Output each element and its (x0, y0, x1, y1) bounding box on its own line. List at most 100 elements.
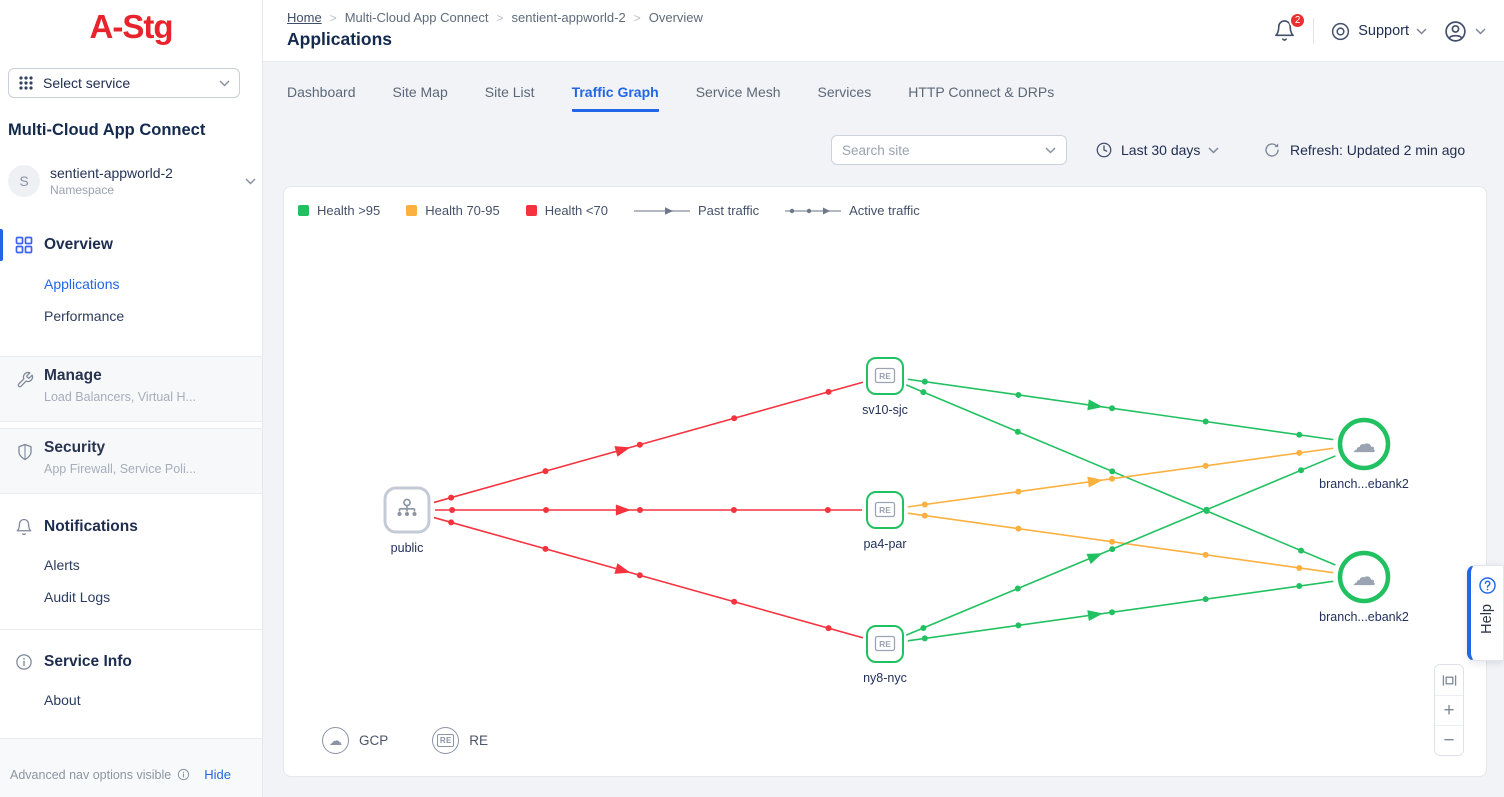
sidebar-item-label: Manage (44, 367, 102, 385)
traffic-graph-panel: publicREsv10-sjcREpa4-parREny8-nyc☁branc… (283, 186, 1487, 777)
sidebar-item-overview[interactable]: Overview (0, 228, 263, 262)
main-content: Dashboard Site Map Site List Traffic Gra… (263, 62, 1504, 797)
legend-swatch-red (526, 205, 537, 216)
tab-site-map[interactable]: Site Map (393, 84, 448, 112)
shield-icon (16, 443, 34, 461)
traffic-graph-canvas[interactable]: publicREsv10-sjcREpa4-parREny8-nyc☁branc… (284, 187, 1488, 778)
tab-traffic-graph[interactable]: Traffic Graph (572, 84, 659, 112)
sidebar-item-applications[interactable]: Applications (44, 276, 120, 292)
node-label: public (391, 541, 424, 555)
breadcrumb-separator: > (497, 11, 504, 25)
breadcrumb-separator: > (634, 11, 641, 25)
breadcrumb-item[interactable]: Overview (649, 10, 703, 25)
tab-services[interactable]: Services (818, 84, 872, 112)
help-tab[interactable]: Help (1467, 565, 1504, 661)
graph-node-pa4-par[interactable]: RE pa4-par (863, 492, 906, 551)
namespace-type-label: Namespace (50, 183, 245, 197)
tab-service-mesh[interactable]: Service Mesh (696, 84, 781, 112)
search-site-dropdown[interactable] (831, 135, 1067, 165)
breadcrumb-item[interactable]: sentient-appworld-2 (512, 10, 626, 25)
sidebar-item-label: Overview (44, 236, 113, 254)
sidebar-item-label: Service Info (44, 653, 132, 671)
sidebar-item-label: Notifications (44, 518, 138, 536)
sidebar-item-performance[interactable]: Performance (44, 308, 124, 324)
key-gcp: ☁ GCP (322, 727, 388, 754)
node-label: branch...ebank2 (1319, 477, 1409, 491)
sidebar-item-about[interactable]: About (44, 692, 81, 708)
user-account-menu[interactable] (1443, 19, 1486, 44)
sidebar-item-service-info[interactable]: Service Info (0, 645, 263, 679)
breadcrumb-home[interactable]: Home (287, 10, 322, 25)
help-label: Help (1479, 604, 1495, 634)
legend-health-mid: Health 70-95 (406, 203, 499, 218)
chevron-down-icon (1045, 147, 1056, 154)
sidebar-item-notifications[interactable]: Notifications (0, 510, 263, 544)
node-label: pa4-par (863, 537, 906, 551)
time-range-selector[interactable]: Last 30 days (1095, 135, 1219, 165)
graph-node-public[interactable]: public (385, 488, 429, 555)
legend-swatch-orange (406, 205, 417, 216)
sidebar-item-audit-logs[interactable]: Audit Logs (44, 589, 110, 605)
waffle-grid-icon (18, 75, 34, 91)
refresh-button[interactable]: Refresh: Updated 2 min ago (1263, 135, 1465, 165)
advanced-nav-text: Advanced nav options visible (10, 768, 171, 782)
tab-http-connect-drps[interactable]: HTTP Connect & DRPs (908, 84, 1054, 112)
gcp-cloud-icon: ☁ (322, 727, 349, 754)
past-traffic-line-icon (634, 206, 690, 216)
tab-dashboard[interactable]: Dashboard (287, 84, 356, 112)
chevron-down-icon (245, 178, 256, 185)
tab-bar: Dashboard Site Map Site List Traffic Gra… (287, 84, 1054, 112)
svg-text:RE: RE (879, 505, 891, 515)
refresh-status-label: Refresh: Updated 2 min ago (1290, 142, 1465, 158)
divider (1313, 18, 1314, 44)
node-type-key: ☁ GCP RE RE (322, 727, 488, 754)
refresh-icon (1263, 141, 1281, 159)
overview-grid-icon (15, 236, 33, 254)
graph-node-sv10-sjc[interactable]: REsv10-sjc (862, 358, 908, 417)
sidebar-item-manage[interactable]: Manage Load Balancers, Virtual H... (0, 356, 262, 422)
select-service-dropdown[interactable]: Select service (8, 68, 240, 98)
graph-node-gcp1[interactable]: ☁ branch...ebank2 (1319, 420, 1409, 491)
zoom-in-button[interactable]: + (1435, 695, 1463, 725)
tab-site-list[interactable]: Site List (485, 84, 535, 112)
user-icon (1443, 19, 1468, 44)
product-title: Multi-Cloud App Connect (8, 121, 205, 140)
support-menu[interactable]: Support (1330, 21, 1427, 42)
active-indicator (0, 229, 3, 261)
legend-swatch-green (298, 205, 309, 216)
app-root: A-Stg Select service Multi-Cloud App Con… (0, 0, 1504, 797)
breadcrumb-separator: > (330, 11, 337, 25)
lifebuoy-icon (1330, 21, 1351, 42)
divider (0, 629, 262, 630)
notifications-bell-button[interactable]: 2 (1273, 19, 1297, 43)
sidebar-item-security[interactable]: Security App Firewall, Service Poli... (0, 428, 262, 494)
time-range-label: Last 30 days (1121, 142, 1200, 158)
breadcrumb-item[interactable]: Multi-Cloud App Connect (345, 10, 489, 25)
page-title: Applications (287, 29, 392, 50)
legend-past-traffic: Past traffic (634, 203, 759, 218)
sidebar-item-alerts[interactable]: Alerts (44, 557, 80, 573)
sidebar-item-subtitle: Load Balancers, Virtual H... (44, 390, 196, 404)
support-label: Support (1358, 23, 1409, 39)
chevron-down-icon (1208, 147, 1219, 154)
sidebar-footer: Advanced nav options visible Hide (0, 738, 262, 797)
namespace-name: sentient-appworld-2 (50, 165, 245, 181)
svg-text:RE: RE (879, 639, 891, 649)
sidebar: A-Stg Select service Multi-Cloud App Con… (0, 0, 263, 797)
fit-to-screen-button[interactable] (1435, 665, 1463, 695)
hide-advanced-nav-button[interactable]: Hide (204, 767, 231, 782)
help-question-icon (1478, 576, 1497, 595)
info-icon (15, 653, 33, 671)
graph-legend: Health >95 Health 70-95 Health <70 Past … (298, 203, 920, 218)
active-traffic-line-icon (785, 206, 841, 216)
graph-node-ny8-nyc[interactable]: REny8-nyc (863, 626, 907, 685)
zoom-out-button[interactable]: − (1435, 725, 1463, 755)
search-site-input[interactable] (842, 143, 1045, 158)
namespace-selector[interactable]: S sentient-appworld-2 Namespace (8, 160, 256, 202)
svg-text:☁: ☁ (1352, 430, 1376, 458)
notification-count-badge: 2 (1289, 12, 1306, 29)
brand-logo: A-Stg (0, 8, 262, 46)
svg-text:RE: RE (879, 371, 891, 381)
chevron-down-icon (219, 80, 230, 87)
select-service-label: Select service (43, 75, 219, 91)
